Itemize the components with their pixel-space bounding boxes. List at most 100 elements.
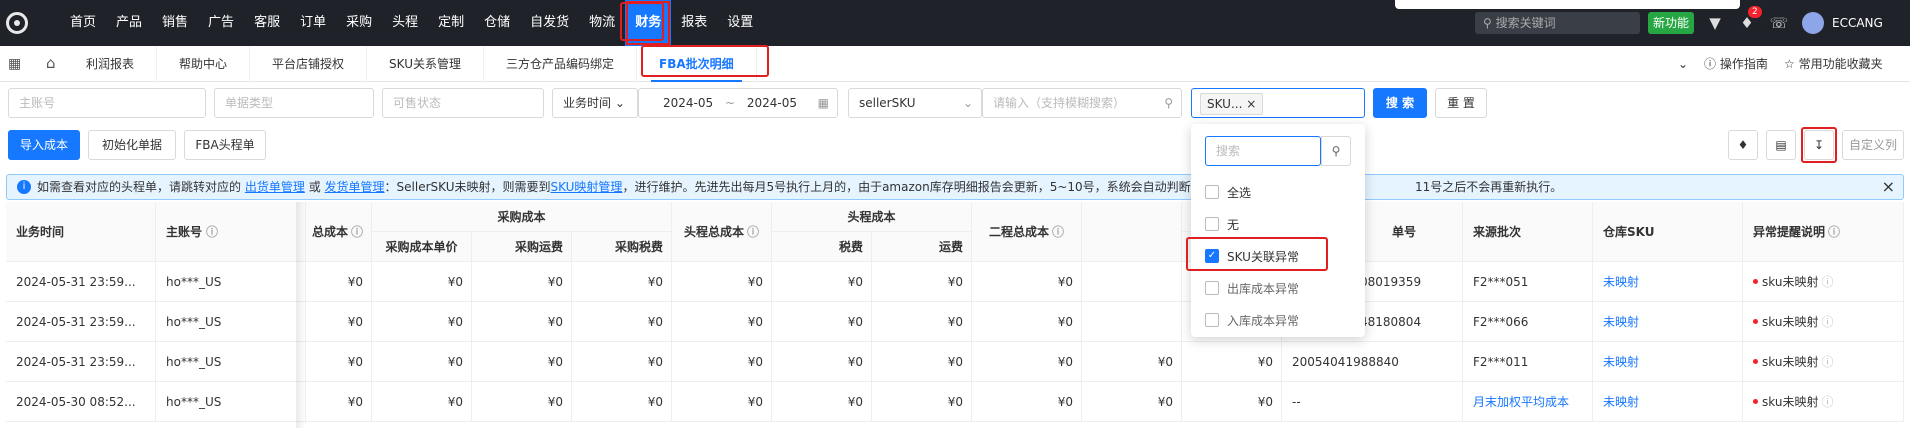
global-search-input[interactable]: ⚲ 搜索关键词 (1475, 12, 1640, 34)
bell-icon[interactable]: ♦ (1728, 130, 1758, 160)
table-cell: 20054041988840 (1282, 342, 1463, 382)
help-icon: ⓘ (1052, 225, 1065, 239)
nav-custom[interactable]: 定制 (428, 0, 474, 46)
logo-icon[interactable] (6, 12, 28, 34)
new-feature-button[interactable]: 新功能 (1648, 12, 1694, 34)
table-cell: 2024-05-30 08:52... (6, 382, 156, 422)
close-icon[interactable]: × (1882, 175, 1895, 199)
col-total-cost-label: 总成本 (311, 225, 348, 239)
init-docs-button[interactable]: 初始化单据 (88, 130, 176, 160)
option-outbound-exception[interactable]: 出库成本异常 (1205, 276, 1299, 300)
nav-self-ship[interactable]: 自发货 (520, 0, 579, 46)
layout-icon[interactable]: ▤ (1766, 130, 1796, 160)
sku-type-select[interactable]: sellerSKU ⌄ (848, 88, 982, 118)
tab-help-center[interactable]: 帮助中心 (157, 46, 251, 82)
fixed-column-shadow (296, 202, 306, 428)
warehouse-sku-link[interactable]: 未映射 (1593, 382, 1743, 422)
notice-text-1: 如需查看对应的头程单，请跳转对应的 (37, 180, 242, 194)
nav-warehouse[interactable]: 仓储 (474, 0, 520, 46)
table-cell: ¥0 (372, 382, 472, 422)
checkbox[interactable] (1205, 217, 1219, 231)
exception-multiselect[interactable]: SKU... × (1191, 88, 1365, 118)
source-batch-link[interactable]: 月末加权平均成本 (1463, 382, 1593, 422)
calendar-icon: ▦ (817, 96, 829, 110)
tab-3pl-binding[interactable]: 三方仓产品编码绑定 (484, 46, 638, 82)
table-cell: ¥0 (672, 342, 772, 382)
home-icon[interactable]: ⌂ (46, 54, 56, 72)
table-cell: F2***051 (1463, 262, 1593, 302)
sellable-select[interactable]: 可售状态 (382, 88, 544, 118)
nav-home[interactable]: 首页 (60, 0, 106, 46)
search-button[interactable]: 搜 索 (1373, 88, 1427, 118)
col-purchase-freight: 采购运费 (472, 232, 572, 262)
headset-icon[interactable]: ☏ (1768, 12, 1790, 34)
highlight-download (1801, 127, 1837, 163)
help-icon: ⓘ (1821, 355, 1834, 369)
option-none[interactable]: 无 (1205, 212, 1239, 236)
tab-store-auth[interactable]: 平台店铺授权 (250, 46, 368, 82)
date-range-picker[interactable]: 2024-05 ~ 2024-05 ▦ (638, 88, 838, 118)
option-inbound-exception[interactable]: 入库成本异常 (1205, 308, 1299, 332)
doc-type-select[interactable]: 单据类型 (214, 88, 374, 118)
nav-reports[interactable]: 报表 (671, 0, 717, 46)
col-total-cost: 总成本 ⓘ (306, 202, 372, 262)
nav-product[interactable]: 产品 (106, 0, 152, 46)
close-icon[interactable]: × (1246, 97, 1256, 111)
option-label: 无 (1227, 217, 1240, 232)
dropdown-search-input[interactable]: 搜索 (1205, 136, 1321, 166)
notice-text-2: 或 (308, 180, 321, 194)
tab-sku-relation[interactable]: SKU关系管理 (367, 46, 484, 82)
time-type-select[interactable]: 业务时间 ⌄ (552, 88, 638, 118)
favorites-link[interactable]: ☆ 常用功能收藏夹 (1784, 46, 1883, 82)
nav-orders[interactable]: 订单 (290, 0, 336, 46)
col-headway-cost: 头程成本 (772, 202, 972, 232)
reset-button[interactable]: 重 置 (1435, 88, 1487, 118)
col-purchase-cost: 采购成本 (372, 202, 672, 232)
download-circle-icon[interactable]: ▼ (1704, 12, 1726, 34)
nav-sales[interactable]: 销售 (152, 0, 198, 46)
nav-purchase[interactable]: 采购 (336, 0, 382, 46)
help-icon: ⓘ (206, 225, 219, 239)
checkbox[interactable] (1205, 313, 1219, 327)
col-headway-total-label: 头程总成本 (683, 225, 744, 239)
sku-mapping-link[interactable]: SKU映射管理 (550, 180, 622, 194)
grid-menu-icon[interactable]: ▦ (8, 56, 21, 72)
avatar[interactable] (1802, 12, 1824, 34)
checkbox[interactable] (1205, 185, 1219, 199)
table-cell: ¥0 (372, 342, 472, 382)
guide-link[interactable]: ⓘ 操作指南 (1704, 46, 1768, 82)
nav-service[interactable]: 客服 (244, 0, 290, 46)
filter-bar: 主账号 单据类型 可售状态 业务时间 ⌄ 2024-05 ~ 2024-05 ▦… (0, 88, 1910, 122)
search-icon[interactable]: ⚲ (1321, 136, 1351, 166)
nav-headway[interactable]: 头程 (382, 0, 428, 46)
exception-text: sku未映射 (1762, 355, 1819, 369)
nav-ads[interactable]: 广告 (198, 0, 244, 46)
checkbox[interactable] (1205, 281, 1219, 295)
col-tax: 税费 (772, 232, 872, 262)
user-name[interactable]: ECCANG (1832, 0, 1883, 46)
help-icon: ⓘ (1821, 315, 1834, 329)
col-exception-label: 异常提醒说明 (1753, 225, 1826, 239)
import-cost-button[interactable]: 导入成本 (8, 130, 80, 160)
chevron-down-icon[interactable]: ⌄ (1678, 46, 1688, 82)
highlight-fba-tab (641, 45, 769, 77)
table-cell: ¥0 (572, 302, 672, 342)
warehouse-sku-link[interactable]: 未映射 (1593, 262, 1743, 302)
account-select[interactable]: 主账号 (8, 88, 206, 118)
sku-input[interactable]: 请输入（支持模糊搜索） ⚲ (982, 88, 1182, 118)
custom-columns-button[interactable]: 自定义列 (1842, 130, 1904, 160)
tab-profit-report[interactable]: 利润报表 (64, 46, 158, 82)
question-icon: ⓘ (1704, 57, 1717, 71)
shipment-mgmt-link[interactable]: 出货单管理 (245, 180, 305, 194)
option-select-all[interactable]: 全选 (1205, 180, 1251, 204)
status-dot (1753, 319, 1758, 324)
fba-headway-button[interactable]: FBA头程单 (184, 130, 266, 160)
delivery-mgmt-link[interactable]: 发货单管理 (325, 180, 385, 194)
warehouse-sku-link[interactable]: 未映射 (1593, 302, 1743, 342)
nav-logistics[interactable]: 物流 (579, 0, 625, 46)
nav-settings[interactable]: 设置 (717, 0, 763, 46)
table-cell: ¥0 (872, 382, 972, 422)
warehouse-sku-link[interactable]: 未映射 (1593, 342, 1743, 382)
table-cell (1082, 302, 1182, 342)
table-cell: ¥0 (572, 342, 672, 382)
